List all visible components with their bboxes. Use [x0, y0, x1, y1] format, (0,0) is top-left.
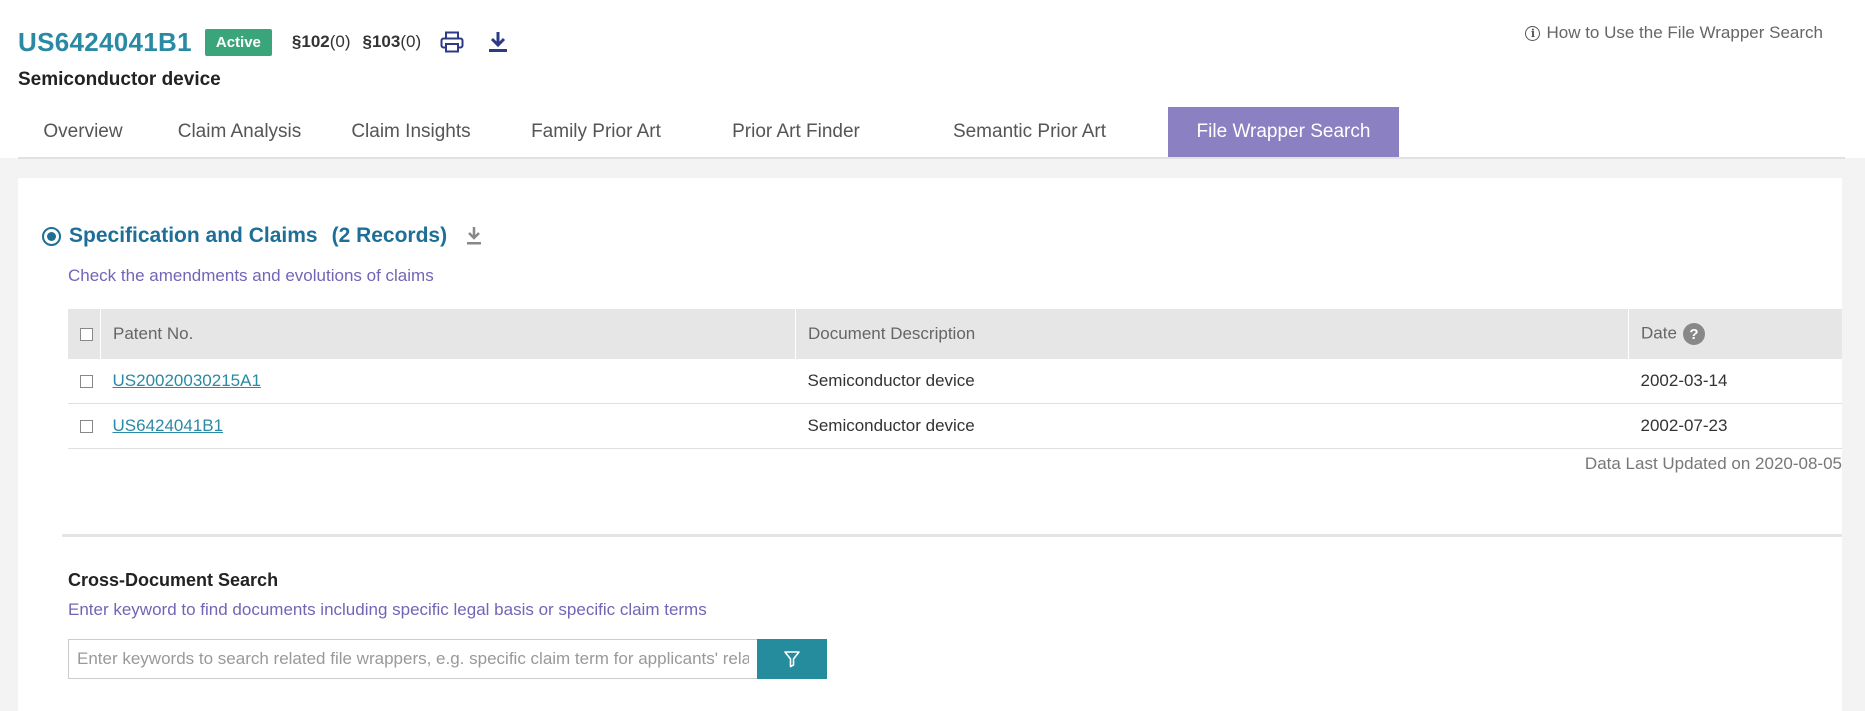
description-cell: Semiconductor device	[795, 359, 1629, 404]
date-cell: 2002-03-14	[1628, 359, 1842, 404]
tab-semantic-prior-art[interactable]: Semantic Prior Art	[891, 107, 1168, 157]
page-header: US6424041B1 Active §102(0) §103(0) Semic…	[0, 0, 1865, 159]
spec-radio[interactable]	[42, 226, 61, 246]
table-row: US6424041B1 Semiconductor device 2002-07…	[68, 403, 1842, 449]
tab-claim-insights[interactable]: Claim Insights	[331, 107, 491, 157]
patent-cell: US20020030215A1	[100, 359, 796, 404]
section-103: §103(0)	[363, 32, 422, 52]
download-icon[interactable]	[485, 29, 511, 55]
select-all-checkbox[interactable]	[80, 328, 93, 342]
patent-link[interactable]: US20020030215A1	[113, 371, 261, 390]
row-checkbox[interactable]	[80, 375, 93, 389]
cross-search-subtitle: Enter keyword to find documents includin…	[68, 600, 707, 619]
status-badge: Active	[204, 28, 272, 56]
help-link[interactable]: i How to Use the File Wrapper Search	[1525, 23, 1823, 43]
question-icon[interactable]: ?	[1682, 323, 1705, 345]
printer-icon[interactable]	[439, 29, 465, 55]
tab-overview[interactable]: Overview	[18, 107, 148, 157]
tab-family-prior-art[interactable]: Family Prior Art	[491, 107, 701, 157]
column-header-patent: Patent No.	[100, 309, 796, 359]
column-header-date-label: Date	[1641, 323, 1677, 343]
info-icon: i	[1525, 25, 1541, 41]
table-header-row: Patent No. Document Description Date?	[68, 309, 1842, 359]
section-102-label: §102	[291, 32, 330, 51]
patent-link[interactable]: US6424041B1	[113, 416, 224, 435]
table-row: US20020030215A1 Semiconductor device 200…	[68, 359, 1842, 404]
spec-section-header: Specification and Claims (2 Records)	[42, 224, 483, 248]
spec-section-title: Specification and Claims	[69, 224, 318, 247]
column-header-description: Document Description	[795, 309, 1629, 359]
section-103-label: §103	[362, 32, 401, 51]
patent-title: Semiconductor device	[18, 69, 221, 90]
filter-button[interactable]	[757, 639, 827, 679]
help-link-label: How to Use the File Wrapper Search	[1546, 23, 1823, 42]
section-102-count: (0)	[329, 32, 351, 51]
spec-record-count: (2 Records)	[331, 224, 448, 247]
search-input[interactable]	[68, 639, 758, 679]
tab-file-wrapper-search[interactable]: File Wrapper Search	[1168, 107, 1399, 157]
row-checkbox-cell	[68, 359, 101, 404]
filter-icon	[784, 651, 800, 668]
tab-claim-analysis[interactable]: Claim Analysis	[148, 107, 331, 157]
patent-row: US6424041B1 Active §102(0) §103(0)	[18, 22, 511, 62]
cross-search-title: Cross-Document Search	[68, 570, 279, 590]
section-102: §102(0)	[292, 32, 351, 52]
last-updated-text: Data Last Updated on 2020-08-05	[1584, 454, 1842, 473]
date-cell: 2002-07-23	[1628, 403, 1842, 449]
download-icon[interactable]	[465, 226, 483, 246]
section-divider	[62, 534, 1842, 537]
row-checkbox-cell	[68, 403, 101, 449]
description-cell: Semiconductor device	[795, 403, 1629, 449]
column-header-date: Date?	[1628, 309, 1842, 359]
select-all-cell	[68, 309, 101, 359]
patent-number: US6424041B1	[18, 26, 192, 57]
content-card: Specification and Claims (2 Records) Che…	[18, 178, 1842, 711]
section-103-count: (0)	[400, 32, 422, 51]
records-table: Patent No. Document Description Date? US…	[68, 309, 1842, 449]
patent-cell: US6424041B1	[100, 403, 796, 449]
tab-bar: Overview Claim Analysis Claim Insights F…	[18, 107, 1845, 159]
spec-section-subtitle: Check the amendments and evolutions of c…	[68, 266, 434, 285]
row-checkbox[interactable]	[80, 420, 93, 434]
tab-prior-art-finder[interactable]: Prior Art Finder	[701, 107, 891, 157]
